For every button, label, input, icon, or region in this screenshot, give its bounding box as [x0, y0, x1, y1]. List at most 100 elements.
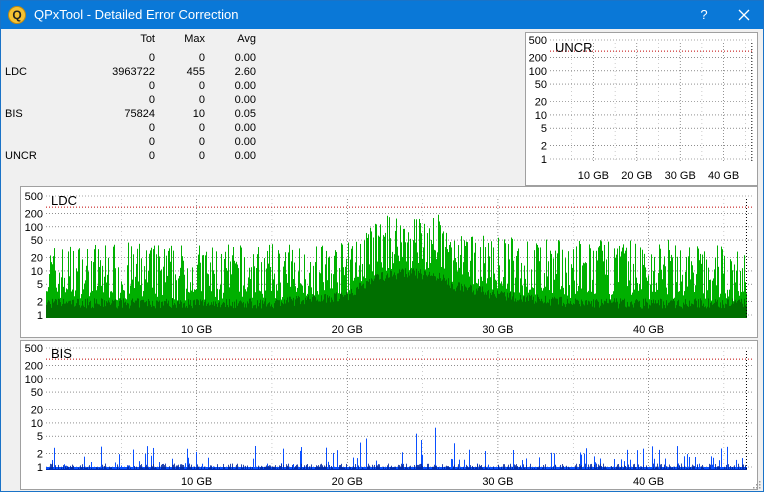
bis-bar-base: [539, 465, 540, 470]
bis-bar: [357, 458, 358, 470]
ldc-bar-base: [134, 302, 135, 318]
y-tick-label: 50: [31, 235, 43, 247]
bis-bar-base: [114, 468, 115, 470]
ldc-bar-base: [634, 303, 635, 318]
ldc-bar-base: [308, 295, 309, 318]
ldc-bar-base: [516, 301, 517, 318]
bis-bar-base: [57, 469, 58, 470]
bis-bar-base: [674, 466, 675, 470]
bis-bar-base: [82, 464, 83, 470]
ldc-bar-base: [363, 283, 364, 318]
bis-bar: [469, 449, 470, 470]
ldc-bar-base: [692, 303, 693, 318]
bis-bar-base: [241, 464, 242, 470]
bis-bar-base: [269, 465, 270, 470]
bis-bar-base: [485, 465, 486, 470]
bis-bar-base: [490, 469, 491, 470]
ldc-bar-base: [54, 301, 55, 318]
bis-bar-base: [137, 469, 138, 470]
bis-bar-base: [52, 463, 53, 470]
bis-bar-base: [473, 467, 474, 470]
bis-bar-base: [607, 469, 608, 470]
bis-bar-base: [357, 469, 358, 470]
bis-bar-base: [120, 469, 121, 470]
bis-bar-base: [501, 466, 502, 470]
y-tick-label: 20: [31, 405, 43, 417]
bis-bar-base: [193, 469, 194, 470]
bis-bar-base: [403, 463, 404, 470]
resize-grip-icon[interactable]: [751, 479, 761, 489]
ldc-bar-base: [383, 279, 384, 318]
ldc-bar-base: [557, 298, 558, 318]
ldc-bar-base: [457, 285, 458, 318]
ldc-bar-base: [381, 272, 382, 318]
ldc-bar-base: [490, 292, 491, 318]
ldc-bar-base: [164, 300, 165, 318]
bis-bar-base: [228, 464, 229, 470]
ldc-bar-base: [116, 307, 117, 318]
bis-bar-base: [426, 469, 427, 470]
ldc-bar-base: [168, 300, 169, 318]
ldc-bar-base: [579, 304, 580, 318]
ldc-bar-base: [201, 301, 202, 318]
bis-bar-base: [263, 469, 264, 470]
ldc-bar-base: [628, 306, 629, 318]
bis-bar-base: [434, 464, 435, 470]
ldc-bar-base: [743, 306, 744, 318]
bis-bar-base: [452, 468, 453, 470]
ldc-bar-base: [426, 275, 427, 318]
ldc-bar-base: [703, 303, 704, 318]
ldc-bar-base: [100, 306, 101, 318]
close-button[interactable]: [727, 1, 761, 29]
ldc-bar-base: [274, 303, 275, 318]
bis-bar-base: [216, 469, 217, 470]
bis-bar-base: [335, 469, 336, 470]
stats-row-avg: 2.60: [234, 66, 256, 78]
ldc-bar-base: [222, 303, 223, 318]
bis-bar-base: [173, 464, 174, 470]
ldc-bar-base: [467, 290, 468, 318]
ldc-bar-base: [354, 294, 355, 318]
bis-bar-base: [398, 464, 399, 470]
ldc-bar-base: [544, 302, 545, 318]
ldc-bar-base: [553, 298, 554, 318]
ldc-bar-base: [226, 299, 227, 318]
ldc-bar-base: [535, 301, 536, 318]
ldc-bar-base: [311, 301, 312, 318]
bis-bar-base: [292, 464, 293, 470]
ldc-bar-base: [409, 275, 410, 318]
ldc-bar-base: [288, 302, 289, 318]
ldc-bar-base: [666, 300, 667, 318]
bis-bar-base: [505, 469, 506, 470]
ldc-bar-base: [433, 273, 434, 318]
ldc-bar-base: [647, 302, 648, 318]
close-icon: [738, 9, 750, 21]
bis-bar-base: [106, 468, 107, 470]
ldc-bars: [46, 214, 747, 318]
ldc-bar-base: [477, 290, 478, 318]
ldc-bar-base: [685, 299, 686, 318]
bis-bar-base: [185, 469, 186, 470]
ldc-bar-base: [216, 303, 217, 318]
ldc-bar-base: [522, 301, 523, 318]
bis-bar-base: [596, 463, 597, 470]
ldc-bar-base: [271, 304, 272, 318]
help-button[interactable]: ?: [687, 1, 721, 29]
bis-bar-base: [346, 463, 347, 470]
bis-bar-base: [384, 469, 385, 470]
ldc-bar-base: [179, 303, 180, 318]
ldc-bar-base: [676, 305, 677, 318]
chart-title: LDC: [51, 193, 77, 208]
bis-bar-base: [409, 466, 410, 470]
bis-bar-base: [381, 469, 382, 470]
ldc-bar-base: [85, 298, 86, 318]
bis-bar-base: [541, 469, 542, 470]
bis-bar-base: [668, 468, 669, 470]
title-bar[interactable]: Q QPxTool - Detailed Error Correction ?: [1, 1, 763, 29]
ldc-bar: [599, 245, 600, 318]
bis-bar-base: [495, 469, 496, 470]
y-tick-label: 500: [25, 343, 43, 355]
ldc-bar-base: [393, 274, 394, 318]
x-tick-label: 10 GB: [578, 170, 609, 182]
bis-bar-base: [274, 467, 275, 470]
